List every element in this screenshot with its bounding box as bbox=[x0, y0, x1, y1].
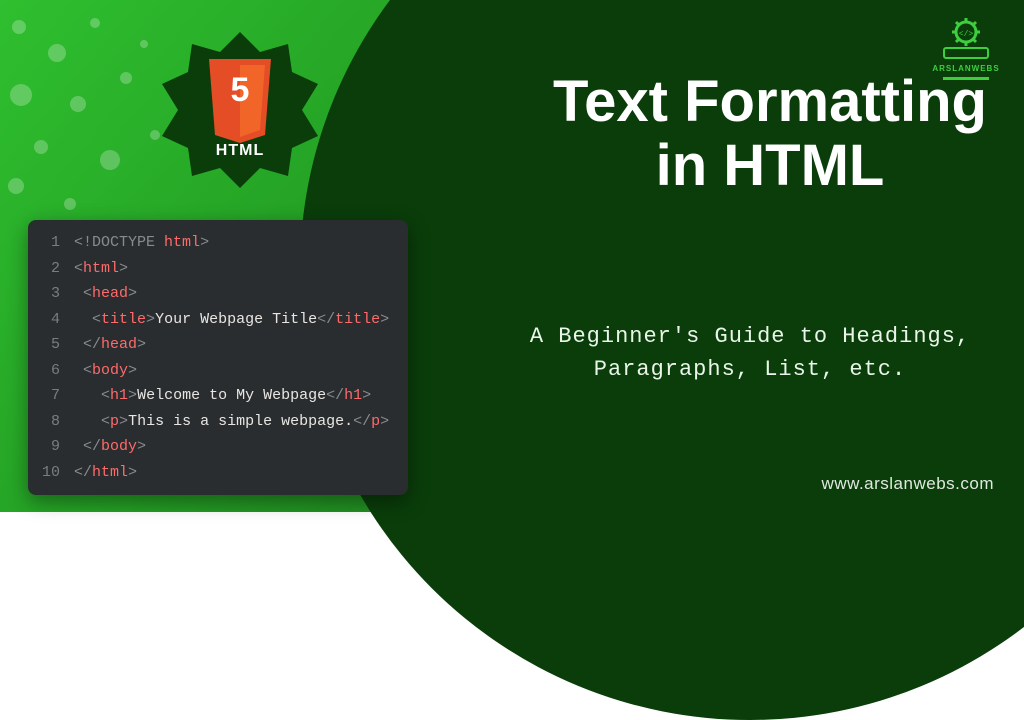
logo-stand bbox=[943, 77, 989, 80]
gear-monitor-icon: </> bbox=[936, 18, 996, 62]
code-content: <title>Your Webpage Title</title> bbox=[74, 307, 389, 333]
code-line: 2 <html> bbox=[28, 256, 408, 282]
line-number: 2 bbox=[36, 256, 60, 282]
badge-label: HTML bbox=[216, 142, 264, 160]
subtitle: A Beginner's Guide to Headings, Paragrap… bbox=[500, 320, 1000, 386]
code-content: </body> bbox=[74, 434, 146, 460]
code-content: </head> bbox=[74, 332, 146, 358]
code-editor: 1<!DOCTYPE html>2<html>3 <head>4 <title>… bbox=[28, 220, 408, 495]
code-content: <body> bbox=[74, 358, 137, 384]
code-content: <!DOCTYPE html> bbox=[74, 230, 209, 256]
html5-badge: 5 HTML bbox=[160, 30, 320, 190]
code-content: <html> bbox=[74, 256, 128, 282]
line-number: 1 bbox=[36, 230, 60, 256]
code-line: 4 <title>Your Webpage Title</title> bbox=[28, 307, 408, 333]
code-content: <head> bbox=[74, 281, 137, 307]
code-content: <p>This is a simple webpage.</p> bbox=[74, 409, 389, 435]
line-number: 5 bbox=[36, 332, 60, 358]
code-line: 8 <p>This is a simple webpage.</p> bbox=[28, 409, 408, 435]
code-line: 10 </html> bbox=[28, 460, 408, 486]
line-number: 6 bbox=[36, 358, 60, 384]
brand-logo-text: ARSLANWEBS bbox=[930, 64, 1002, 73]
svg-text:5: 5 bbox=[231, 71, 250, 109]
code-line: 6 <body> bbox=[28, 358, 408, 384]
line-number: 7 bbox=[36, 383, 60, 409]
line-number: 9 bbox=[36, 434, 60, 460]
code-content: </html> bbox=[74, 460, 137, 486]
brand-logo: </> ARSLANWEBS bbox=[930, 18, 1002, 90]
banner: 5 HTML 1<!DOCTYPE html>2<html>3 <head>4 … bbox=[0, 0, 1024, 512]
code-line: 9 </body> bbox=[28, 434, 408, 460]
line-number: 10 bbox=[36, 460, 60, 486]
code-line: 5 </head> bbox=[28, 332, 408, 358]
website-url: www.arslanwebs.com bbox=[822, 474, 994, 494]
code-line: 7 <h1>Welcome to My Webpage</h1> bbox=[28, 383, 408, 409]
html5-shield-icon: 5 bbox=[205, 57, 275, 147]
line-number: 4 bbox=[36, 307, 60, 333]
line-number: 8 bbox=[36, 409, 60, 435]
code-line: 3 <head> bbox=[28, 281, 408, 307]
code-content: <h1>Welcome to My Webpage</h1> bbox=[74, 383, 371, 409]
line-number: 3 bbox=[36, 281, 60, 307]
code-line: 1 <!DOCTYPE html> bbox=[28, 230, 408, 256]
svg-text:</>: </> bbox=[959, 30, 974, 39]
